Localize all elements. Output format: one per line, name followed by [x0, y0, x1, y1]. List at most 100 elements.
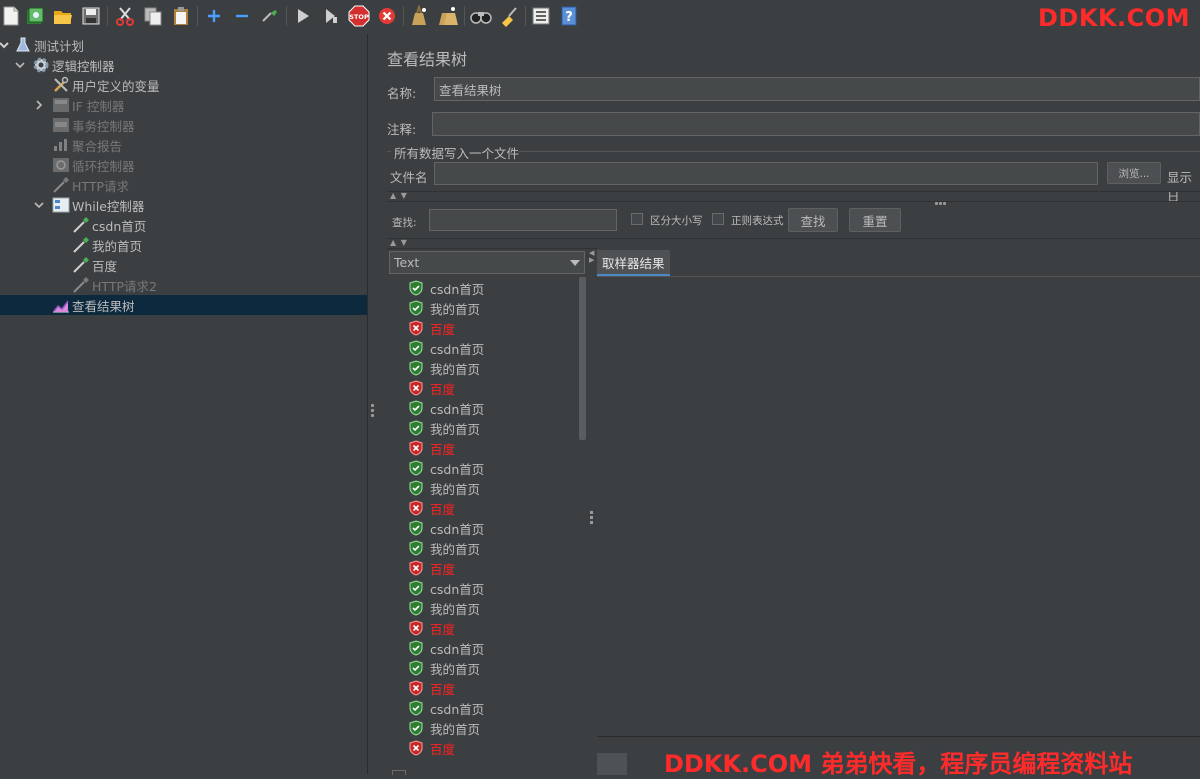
tree-item-label: HTTP请求2	[92, 278, 157, 294]
list-item[interactable]: 我的首页	[409, 538, 480, 558]
scrollbar-thumb[interactable]	[579, 277, 586, 440]
tree-item[interactable]: 循环控制器	[0, 155, 367, 175]
results-splitter[interactable]: ◀ ▶	[588, 248, 596, 774]
test-plan-tree[interactable]: 测试计划 逻辑控制器 用户定义的变量 IF 控制器 事务控制器 聚合报告 循环控制器 HTTP…	[0, 34, 367, 774]
tree-item[interactable]: 我的首页	[0, 235, 367, 255]
find-button[interactable]: 查找	[788, 208, 838, 232]
main-splitter[interactable]	[367, 34, 378, 774]
tree-item-label: HTTP请求	[72, 178, 129, 194]
tree-item[interactable]: HTTP请求2	[0, 275, 367, 295]
list-item[interactable]: 百度	[409, 558, 455, 578]
paste-icon[interactable]	[170, 5, 192, 27]
tree-item[interactable]: 用户定义的变量	[0, 75, 367, 95]
tree-item[interactable]: 聚合报告	[0, 135, 367, 155]
results-list[interactable]: csdn首页 我的首页 百度 csdn首页 我的首页 百度 csdn首页 我的首页 百度 csdn…	[389, 277, 576, 774]
list-item[interactable]: 我的首页	[409, 718, 480, 738]
error-shield-icon	[409, 380, 430, 396]
reset-search-icon[interactable]	[498, 5, 520, 27]
copy-icon[interactable]	[142, 5, 164, 27]
chevron-right-icon[interactable]	[33, 99, 45, 111]
if-controller-icon	[52, 96, 70, 114]
reset-button[interactable]: 重置	[849, 208, 901, 232]
tree-item[interactable]: 百度	[0, 255, 367, 275]
renderer-select[interactable]: Text	[389, 251, 585, 274]
comment-label: 注释:	[387, 122, 417, 137]
list-item-label: csdn首页	[430, 581, 485, 597]
browse-button[interactable]: 浏览...	[1107, 162, 1161, 184]
list-item[interactable]: 百度	[409, 498, 455, 518]
list-item[interactable]: 百度	[409, 318, 455, 338]
templates-icon[interactable]	[24, 5, 46, 27]
list-item[interactable]: 我的首页	[409, 598, 480, 618]
scroll-auto-checkbox[interactable]	[392, 770, 406, 775]
collapse-bar-1[interactable]: ▲ ▼	[387, 191, 1200, 205]
tab-sampler-result[interactable]: 取样器结果	[597, 250, 670, 276]
list-item[interactable]: csdn首页	[409, 698, 484, 718]
list-item[interactable]: 百度	[409, 678, 455, 698]
save-icon[interactable]	[80, 5, 102, 27]
new-icon[interactable]	[0, 5, 22, 27]
tree-item[interactable]: HTTP请求	[0, 175, 367, 195]
chevron-down-icon[interactable]	[14, 59, 26, 71]
filename-label: 文件名	[390, 170, 428, 185]
function-helper-icon[interactable]	[530, 5, 552, 27]
tree-item[interactable]: 测试计划	[0, 35, 367, 55]
success-shield-icon	[409, 360, 430, 376]
expand-icon[interactable]	[203, 5, 225, 27]
name-field[interactable]: 查看结果树	[434, 77, 1200, 101]
help-icon[interactable]: ?	[558, 5, 580, 27]
list-item[interactable]: csdn首页	[409, 398, 484, 418]
list-item[interactable]: csdn首页	[409, 518, 484, 538]
tree-item[interactable]: 逻辑控制器	[0, 55, 367, 75]
start-icon[interactable]	[292, 5, 314, 27]
tree-item-label: IF 控制器	[72, 98, 125, 114]
toolbar: STOP ? DDKK.COM	[0, 0, 1200, 34]
case-sensitive-checkbox[interactable]	[631, 213, 643, 225]
tree-item[interactable]: 事务控制器	[0, 115, 367, 135]
tree-item[interactable]: IF 控制器	[0, 95, 367, 115]
view-results-tree-panel: 查看结果树 名称: 查看结果树 注释: 所有数据写入一个文件 文件名 浏览...…	[378, 34, 1200, 775]
cut-icon[interactable]	[114, 5, 136, 27]
start-no-pause-icon[interactable]	[320, 5, 342, 27]
tree-item[interactable]: While控制器	[0, 195, 367, 215]
tree-item[interactable]: 查看结果树	[0, 295, 367, 315]
list-item[interactable]: 我的首页	[409, 298, 480, 318]
tree-item-label: 查看结果树	[72, 298, 135, 314]
list-item[interactable]: csdn首页	[409, 578, 484, 598]
list-item[interactable]: 我的首页	[409, 658, 480, 678]
regex-checkbox[interactable]	[712, 213, 724, 225]
list-item-label: 我的首页	[430, 661, 481, 677]
comment-field[interactable]	[432, 112, 1200, 136]
bottom-tab-1[interactable]	[597, 753, 627, 775]
list-item[interactable]: csdn首页	[409, 458, 484, 478]
list-item-label: 我的首页	[430, 421, 481, 437]
tree-item[interactable]: csdn首页	[0, 215, 367, 235]
stop-icon[interactable]: STOP	[348, 5, 370, 27]
list-item[interactable]: csdn首页	[409, 278, 484, 298]
success-shield-icon	[409, 660, 430, 676]
list-item-label: 我的首页	[430, 721, 481, 737]
list-item[interactable]: 百度	[409, 378, 455, 398]
filename-field[interactable]	[434, 162, 1098, 185]
list-item[interactable]: 我的首页	[409, 358, 480, 378]
chevron-down-icon[interactable]	[33, 199, 45, 211]
bottom-tab-2[interactable]	[629, 753, 659, 775]
clear-all-icon[interactable]	[436, 5, 458, 27]
list-item[interactable]: 我的首页	[409, 478, 480, 498]
toggle-icon[interactable]	[259, 5, 281, 27]
success-shield-icon	[409, 300, 430, 316]
results-scrollbar[interactable]	[578, 277, 587, 774]
collapse-icon[interactable]	[231, 5, 253, 27]
list-item[interactable]: 百度	[409, 438, 455, 458]
list-item[interactable]: csdn首页	[409, 338, 484, 358]
list-item[interactable]: 百度	[409, 618, 455, 638]
search-field[interactable]	[429, 209, 617, 231]
list-item[interactable]: csdn首页	[409, 638, 484, 658]
chevron-down-icon[interactable]	[0, 39, 10, 51]
clear-icon[interactable]	[408, 5, 430, 27]
list-item[interactable]: 百度	[409, 738, 455, 758]
shutdown-icon[interactable]	[376, 5, 398, 27]
search-icon[interactable]	[470, 5, 492, 27]
open-icon[interactable]	[52, 5, 74, 27]
list-item[interactable]: 我的首页	[409, 418, 480, 438]
